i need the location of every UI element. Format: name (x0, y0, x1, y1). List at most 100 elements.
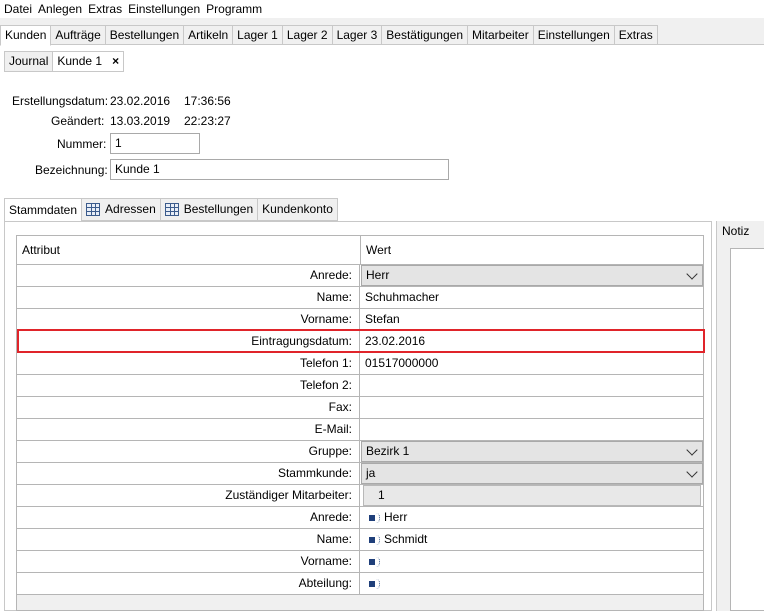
attribute-label: Telefon 2: (17, 375, 360, 396)
link-bracket-icon (376, 578, 380, 589)
attribute-label: Eintragungsdatum: (17, 331, 360, 352)
tab-bestaetigungen[interactable]: Bestätigungen (382, 25, 468, 45)
tab-lager-2[interactable]: Lager 2 (282, 25, 333, 45)
value-text-field[interactable] (361, 375, 703, 396)
attribute-label: Fax: (17, 397, 360, 418)
attribute-label: Zuständiger Mitarbeiter: (17, 485, 360, 506)
menu-programm[interactable]: Programm (203, 2, 265, 16)
value-link-field[interactable]: Herr (361, 507, 703, 528)
menu-extras[interactable]: Extras (85, 2, 125, 16)
chevron-down-icon[interactable] (686, 466, 698, 478)
tab-adressen[interactable]: Adressen (82, 198, 161, 221)
tab-kundenkonto-label: Kundenkonto (262, 202, 333, 216)
value-readonly-field[interactable]: 1 (363, 485, 701, 506)
menu-einstellungen[interactable]: Einstellungen (125, 2, 203, 16)
menu-datei[interactable]: Datei (0, 2, 35, 16)
tab-lager-1[interactable]: Lager 1 (233, 25, 283, 45)
notiz-textarea[interactable] (730, 248, 764, 611)
menu-anlegen[interactable]: Anlegen (35, 2, 85, 16)
inner-tab-bar: Stammdaten Adressen Bestellungen Kundenk… (4, 198, 338, 222)
value-link-field[interactable] (361, 551, 703, 572)
value-text-field[interactable]: 23.02.2016 (361, 331, 703, 352)
erstellungsdatum-label: Erstellungsdatum: (12, 94, 109, 108)
erstellungsdatum-time: 17:36:56 (184, 94, 231, 108)
geaendert-date: 13.03.2019 (110, 114, 171, 128)
chevron-down-icon[interactable] (686, 444, 698, 456)
table-icon (86, 203, 101, 216)
link-icon[interactable] (369, 580, 375, 587)
tab-kundenkonto[interactable]: Kundenkonto (258, 198, 338, 221)
tab-kunden[interactable]: Kunden (0, 25, 52, 46)
attribute-table: Attribut Wert Anrede: Herr Name: Schuhmache… (16, 235, 704, 611)
dropdown-value: Herr (366, 268, 390, 282)
table-row[interactable]: Abteilung: (17, 573, 703, 595)
tab-auftraege[interactable]: Aufträge (51, 25, 106, 45)
tab-einstellungen[interactable]: Einstellungen (533, 25, 615, 45)
tab-journal[interactable]: Journal (4, 51, 54, 72)
close-icon[interactable]: × (112, 52, 119, 71)
tab-adressen-label: Adressen (105, 202, 156, 216)
tab-artikeln[interactable]: Artikeln (184, 25, 234, 45)
value-text-field[interactable]: Stefan (361, 309, 703, 330)
tab-lager-3[interactable]: Lager 3 (332, 25, 383, 45)
attribute-label: Vorname: (17, 551, 360, 572)
value-text-field[interactable] (361, 419, 703, 440)
dropdown-value: ja (366, 466, 376, 480)
tab-stammdaten-label: Stammdaten (9, 202, 78, 217)
value-link-field[interactable] (361, 573, 703, 594)
attribute-label: Anrede: (17, 265, 360, 286)
table-row[interactable]: Stammkunde: ja (17, 463, 703, 485)
table-row[interactable]: Fax: (17, 397, 703, 419)
table-row[interactable]: Telefon 2: (17, 375, 703, 397)
attribute-label: Name: (17, 529, 360, 550)
table-row[interactable]: Telefon 1: 01517000000 (17, 353, 703, 375)
main-tab-bar: Kunden Aufträge Bestellungen Artikeln La… (0, 25, 658, 46)
bezeichnung-label: Bezeichnung: (35, 163, 108, 177)
link-bracket-icon (376, 512, 380, 523)
value-dropdown[interactable]: Bezirk 1 (361, 441, 703, 462)
value-text-field[interactable] (361, 397, 703, 418)
tab-bestellungen[interactable]: Bestellungen (105, 25, 185, 45)
link-value: Herr (384, 510, 408, 524)
table-header: Attribut Wert (17, 236, 703, 265)
table-row[interactable]: Eintragungsdatum: 23.02.2016 (17, 331, 703, 353)
table-row[interactable]: Anrede: Herr (17, 507, 703, 529)
column-header-wert[interactable]: Wert (361, 236, 391, 265)
chevron-down-icon[interactable] (686, 268, 698, 280)
link-icon[interactable] (369, 536, 375, 543)
link-bracket-icon (376, 556, 380, 567)
value-dropdown[interactable]: ja (361, 463, 703, 484)
link-icon[interactable] (369, 558, 375, 565)
table-row[interactable]: Vorname: Stefan (17, 309, 703, 331)
table-row[interactable]: Name: Schmidt (17, 529, 703, 551)
value-text-field[interactable]: 01517000000 (361, 353, 703, 374)
attribute-label: Stammkunde: (17, 463, 360, 484)
tab-mitarbeiter[interactable]: Mitarbeiter (468, 25, 534, 45)
nummer-field[interactable]: 1 (110, 133, 200, 154)
value-dropdown[interactable]: Herr (361, 265, 703, 286)
attribute-label: Telefon 1: (17, 353, 360, 374)
nummer-label: Nummer: (57, 137, 107, 151)
table-row[interactable]: Gruppe: Bezirk 1 (17, 441, 703, 463)
table-icon (164, 203, 179, 216)
link-value: Schmidt (384, 532, 428, 546)
tab-bestellungen-inner[interactable]: Bestellungen (160, 198, 259, 221)
link-icon[interactable] (369, 514, 375, 521)
attribute-label: Gruppe: (17, 441, 360, 462)
tab-stammdaten[interactable]: Stammdaten (4, 198, 83, 222)
value-text-field[interactable]: Schuhmacher (361, 287, 703, 308)
tab-kunde-1[interactable]: Kunde 1 × (53, 51, 125, 72)
table-row[interactable]: Anrede: Herr (17, 265, 703, 287)
table-row[interactable]: Zuständiger Mitarbeiter: 1 (17, 485, 703, 507)
bezeichnung-field[interactable]: Kunde 1 (110, 159, 449, 180)
column-header-attribut[interactable]: Attribut (17, 236, 60, 265)
erstellungsdatum-date: 23.02.2016 (110, 94, 171, 108)
tab-bestellungen-label: Bestellungen (183, 202, 254, 216)
value-link-field[interactable]: Schmidt (361, 529, 703, 550)
tab-extras[interactable]: Extras (614, 25, 658, 45)
table-row[interactable]: E-Mail: (17, 419, 703, 441)
dropdown-value: Bezirk 1 (366, 444, 410, 458)
table-row[interactable]: Name: Schuhmacher (17, 287, 703, 309)
table-row[interactable]: Vorname: (17, 551, 703, 573)
attribute-label: Vorname: (17, 309, 360, 330)
